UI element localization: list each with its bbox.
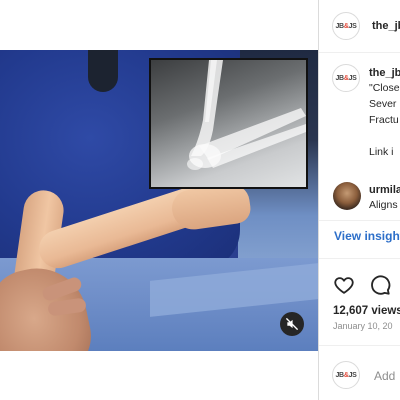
like-button[interactable] [333,274,355,301]
post-media-area [0,0,318,400]
caption-line: "Close [369,82,400,94]
caption-link-line[interactable]: Link i [369,146,394,159]
scrub-neckline [88,50,118,92]
heart-icon [334,277,354,294]
composer-divider [319,345,400,346]
header-divider [319,52,400,53]
commenter-avatar[interactable] [333,182,361,210]
logo-text: JB [335,371,344,379]
logo-text: JS [348,371,357,379]
caption-line: Fractu [369,114,399,126]
view-count: 12,607 views [333,305,400,317]
logo-text: JB [335,22,344,30]
account-avatar[interactable]: JB & JS [332,12,360,40]
view-insights-link[interactable]: View insight [334,229,400,243]
commenter-username[interactable]: urmila [369,184,400,196]
actions-divider [319,258,400,259]
post-date[interactable]: January 10, 20 [333,321,393,331]
composer-avatar: JB & JS [332,361,360,389]
speaker-muted-icon [286,318,298,330]
comment-button[interactable] [369,274,391,301]
logo-text: JS [348,22,357,30]
header-username[interactable]: the_jb [372,20,400,32]
logo-text: JS [348,74,357,82]
comment-icon [371,275,391,295]
caption-username[interactable]: the_jb [369,67,400,79]
caption-line: Sever [369,98,397,110]
comments-divider [319,220,400,221]
mute-toggle-button[interactable] [280,312,304,336]
caption-avatar[interactable]: JB & JS [332,64,360,92]
xray-inset-image [149,58,308,189]
comment-text: Aligns [369,199,398,211]
post-info-panel: JB&JS the_jb JB&JS the_jb "Close Sever F… [319,0,400,400]
logo-text: JB [335,74,344,82]
add-comment-input[interactable]: Add [374,369,395,383]
